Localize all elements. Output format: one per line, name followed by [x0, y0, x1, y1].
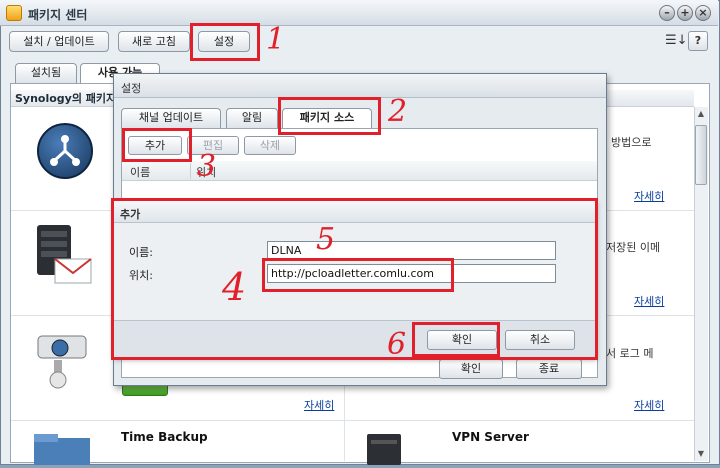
install-update-button[interactable]: 설치 / 업데이트	[9, 31, 109, 52]
annotation-box-settings	[190, 23, 260, 61]
annotation-step-number: 6	[387, 327, 407, 362]
annotation-box-location	[262, 258, 454, 292]
delete-source-button[interactable]: 삭제	[244, 136, 296, 155]
annotation-box-package-source	[278, 97, 381, 135]
scrollbar-thumb[interactable]	[695, 125, 707, 185]
column-name-header[interactable]: 이름	[130, 164, 150, 180]
row-divider	[11, 420, 694, 421]
settings-ok-button[interactable]: 확인	[439, 359, 503, 379]
details-link[interactable]: 자세히	[634, 293, 664, 309]
package-name: Time Backup	[121, 430, 208, 444]
refresh-button[interactable]: 새로 고침	[118, 31, 190, 52]
scroll-up-icon[interactable]: ▲	[695, 108, 707, 120]
source-grid-header	[122, 161, 597, 181]
close-icon[interactable]: ×	[695, 5, 711, 21]
package-description: 서 로그 메	[606, 347, 654, 360]
column-separator[interactable]	[190, 163, 191, 179]
package-name: VPN Server	[452, 430, 529, 444]
surveillance-camera-icon	[34, 326, 96, 390]
maximize-icon[interactable]: +	[677, 5, 693, 21]
dialog-title: 설정	[121, 82, 142, 95]
backup-folder-icon	[30, 430, 96, 465]
dialog-titlebar	[114, 74, 606, 98]
annotation-step-number: 4	[222, 265, 247, 309]
scroll-down-icon[interactable]: ▼	[695, 448, 707, 460]
window-title: 패키지 센터	[28, 8, 88, 22]
annotation-step-number: 3	[197, 149, 217, 184]
tab-channel-update[interactable]: 채널 업데이트	[121, 108, 221, 128]
mail-server-icon	[33, 223, 93, 285]
help-button[interactable]: ?	[688, 31, 708, 51]
annotation-step-number: 2	[388, 94, 408, 129]
network-package-icon	[37, 123, 93, 179]
annotation-step-number: 1	[266, 22, 286, 57]
details-link[interactable]: 자세히	[634, 397, 664, 413]
annotation-box-ok	[412, 322, 500, 357]
package-description: 방법으로	[611, 136, 652, 149]
settings-close-button[interactable]: 종료	[516, 359, 582, 379]
package-description: 저장된 이메	[606, 241, 661, 254]
package-center-icon	[6, 5, 22, 21]
tab-notifications[interactable]: 알림	[226, 108, 278, 128]
annotation-box-add	[122, 128, 192, 162]
window-titlebar	[0, 0, 718, 26]
sort-icon[interactable]: ☰↓	[665, 33, 688, 49]
minimize-icon[interactable]: –	[659, 5, 675, 21]
tab-installed[interactable]: 설치됨	[15, 63, 77, 83]
vpn-server-icon	[365, 430, 405, 465]
details-link[interactable]: 자세히	[634, 188, 664, 204]
details-link[interactable]: 자세히	[304, 397, 334, 413]
annotation-step-number: 5	[316, 222, 336, 257]
